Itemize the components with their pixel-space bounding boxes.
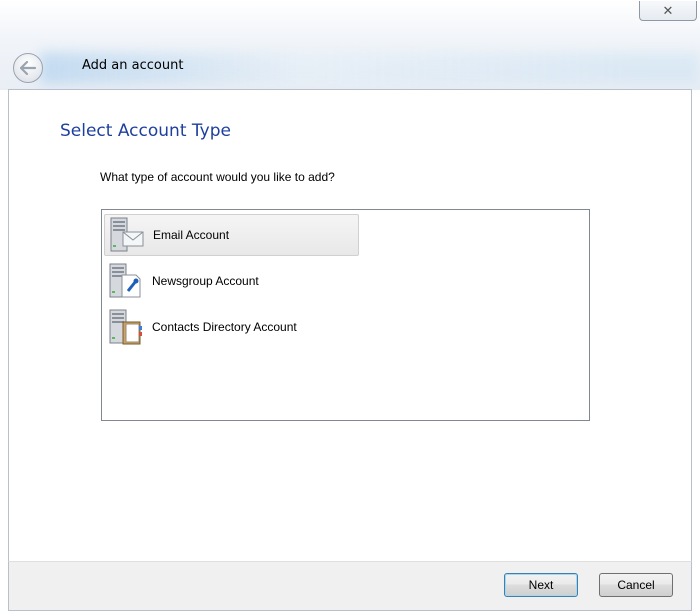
question-text: What type of account would you like to a…: [100, 170, 335, 184]
email-account-icon: [110, 217, 144, 252]
list-item-contacts-directory-account[interactable]: Contacts Directory Account: [104, 306, 359, 348]
window-title: Add an account: [82, 58, 184, 73]
newsgroup-account-icon: [109, 263, 141, 298]
title-bar: ✕ Add an account: [0, 0, 700, 90]
cancel-button[interactable]: Cancel: [599, 573, 673, 597]
close-icon: ✕: [662, 2, 674, 18]
contacts-directory-account-icon: [109, 309, 142, 345]
close-button[interactable]: ✕: [639, 1, 697, 21]
list-item-newsgroup-account[interactable]: Newsgroup Account: [104, 260, 359, 302]
back-button[interactable]: [13, 53, 43, 83]
list-item-email-account[interactable]: Email Account: [104, 214, 359, 256]
list-item-label: Contacts Directory Account: [152, 320, 297, 334]
wizard-content: Select Account Type What type of account…: [8, 89, 692, 561]
account-type-list[interactable]: Email Account Newsgroup Account Contacts…: [101, 209, 590, 421]
page-heading: Select Account Type: [60, 121, 231, 141]
back-arrow-icon: [20, 61, 36, 75]
list-item-label: Email Account: [153, 228, 230, 242]
button-bar: Next Cancel: [8, 561, 692, 611]
list-item-label: Newsgroup Account: [152, 274, 259, 288]
next-button[interactable]: Next: [504, 573, 578, 597]
